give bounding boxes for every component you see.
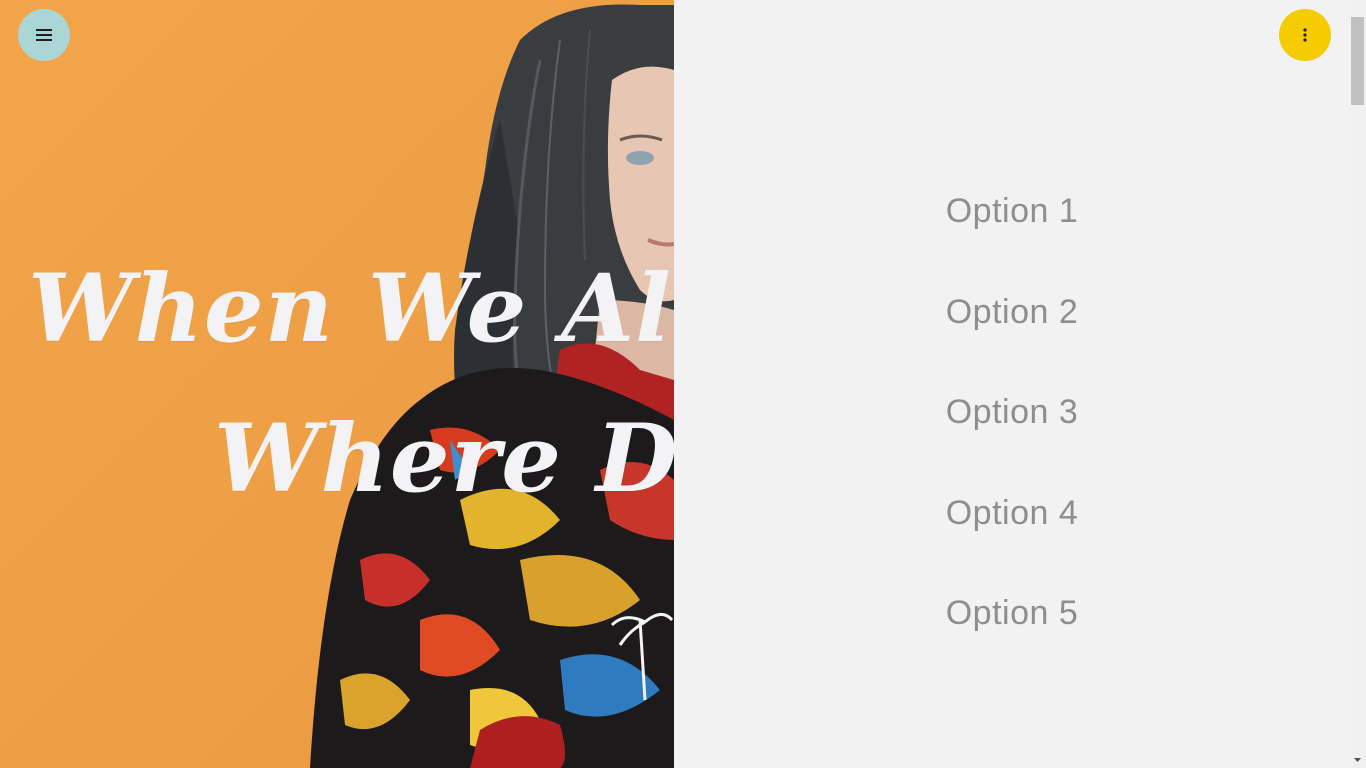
- portrait-photo: [310, 4, 674, 768]
- menu-button[interactable]: [18, 9, 70, 61]
- hamburger-icon: [36, 29, 52, 41]
- scroll-down-arrow-icon[interactable]: [1349, 751, 1366, 768]
- options-menu: Option 1 Option 2 Option 3 Option 4 Opti…: [674, 180, 1350, 683]
- menu-item-option-3[interactable]: Option 3: [674, 381, 1350, 482]
- hero-panel: When We All Where Do: [0, 0, 674, 768]
- menu-panel: Option 1 Option 2 Option 3 Option 4 Opti…: [674, 0, 1350, 768]
- menu-item-option-2[interactable]: Option 2: [674, 281, 1350, 382]
- menu-item-option-1[interactable]: Option 1: [674, 180, 1350, 281]
- page: When We All Where Do Option 1 Option 2 O…: [0, 0, 1366, 768]
- menu-item-option-5[interactable]: Option 5: [674, 582, 1350, 683]
- more-vertical-icon: [1303, 28, 1307, 42]
- vertical-scrollbar[interactable]: [1349, 0, 1366, 768]
- menu-item-option-4[interactable]: Option 4: [674, 482, 1350, 583]
- more-options-button[interactable]: [1279, 9, 1331, 61]
- scrollbar-thumb[interactable]: [1351, 17, 1364, 105]
